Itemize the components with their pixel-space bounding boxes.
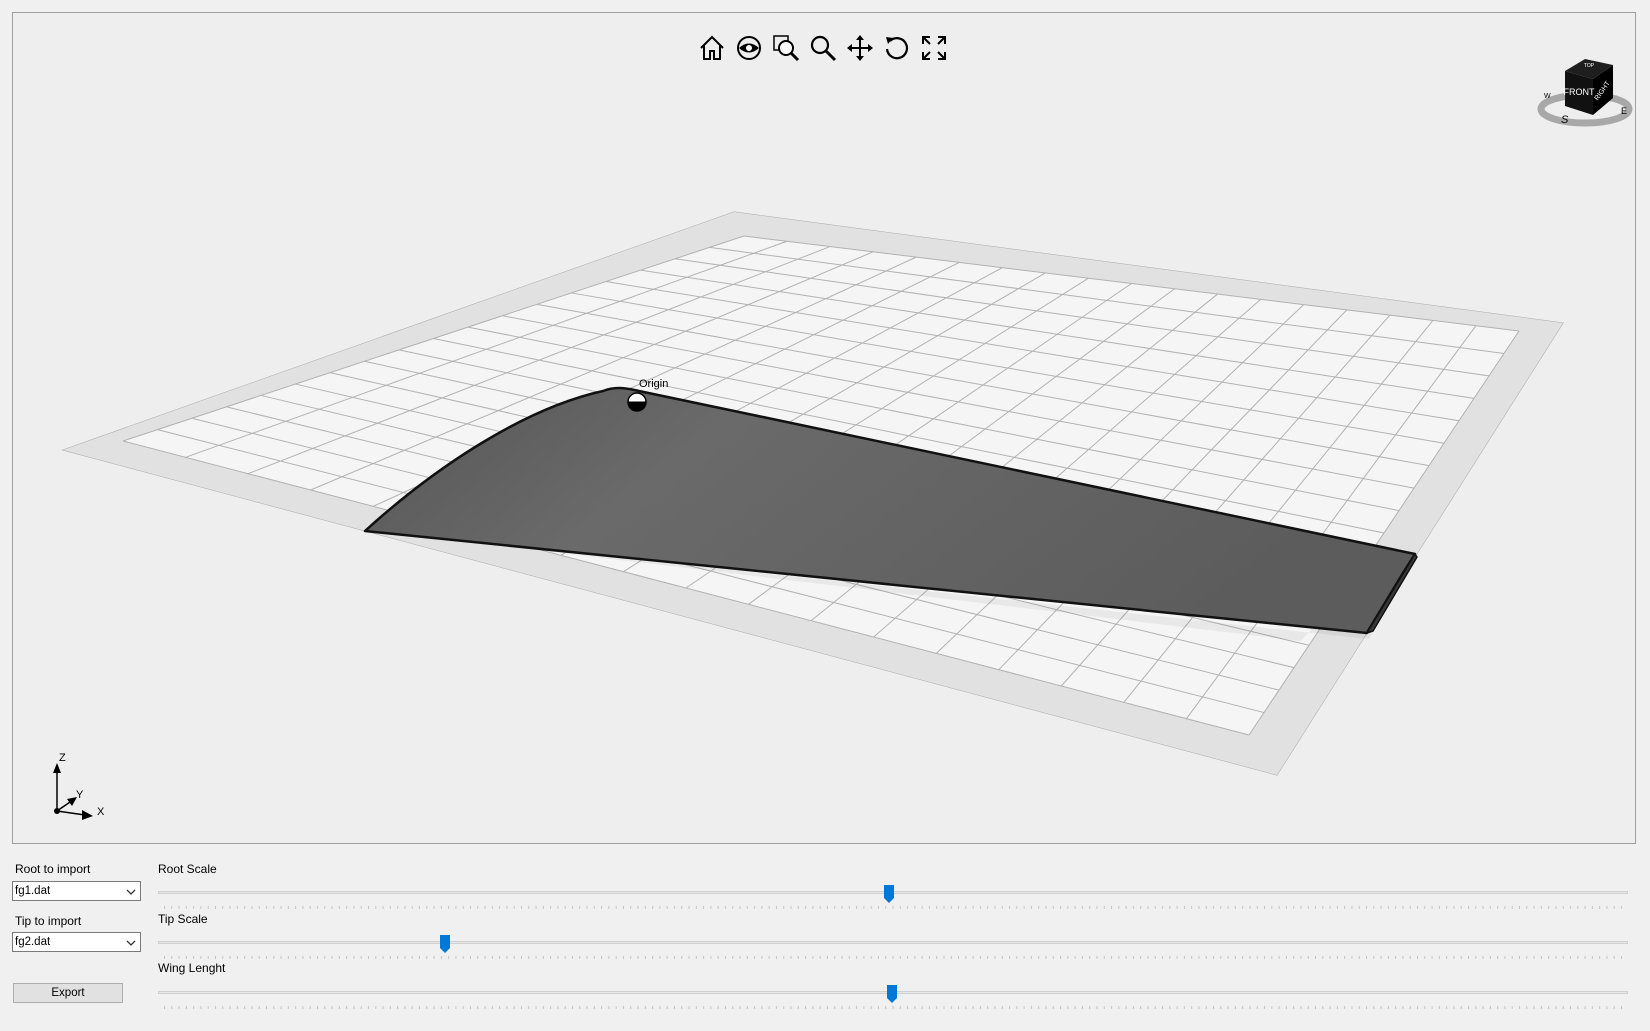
x-axis-label: X [97,806,105,818]
root-import-label: Root to import [15,862,91,876]
root-import-value: fg1.dat [15,885,51,897]
view-cube[interactable]: FRONT RIGHT TOP S E W [1535,43,1635,133]
fit-all-icon [921,36,946,60]
root-scale-label: Root Scale [158,862,217,876]
pan-button[interactable] [844,31,875,65]
chevron-down-icon [126,889,136,895]
root-scale-slider[interactable] [158,882,1628,916]
y-axis-label: Y [76,789,84,801]
3d-viewport[interactable]: Origin FRONT RIGHT TOP S E W Z Y X [12,12,1636,844]
slider-ticks [164,1006,1622,1009]
look-button[interactable] [733,31,764,65]
x-axis-arrow-icon [82,810,93,820]
tip-scale-label: Tip Scale [158,912,208,926]
wing-length-label: Wing Lenght [158,961,226,975]
tip-import-value: fg2.dat [15,936,51,948]
slider-ticks [164,906,1622,909]
tip-scale-slider[interactable] [158,932,1628,966]
zoom-button[interactable] [807,31,838,65]
zoom-window-button[interactable] [770,31,801,65]
fit-all-button[interactable] [918,31,949,65]
origin-label: Origin [639,378,669,390]
slider-thumb[interactable] [886,984,898,1004]
zoom-icon [810,35,836,62]
slider-track [158,941,1628,944]
z-axis-arrow-icon [53,763,61,773]
compass-west-label: W [1544,93,1551,100]
chevron-down-icon [126,940,136,946]
z-axis-label: Z [59,753,66,764]
home-icon [699,35,724,60]
compass-south-label: S [1561,114,1569,126]
cube-front-label: FRONT [1564,87,1595,97]
wing-length-slider[interactable] [158,982,1628,1016]
origin-marker-icon[interactable] [627,392,647,412]
export-button[interactable]: Export [13,983,123,1003]
home-button[interactable] [696,31,727,65]
zoom-window-icon [772,35,799,62]
tip-import-label: Tip to import [15,914,82,928]
rotate-icon [885,37,908,60]
scene-canvas [61,211,1564,776]
pan-icon [846,35,873,61]
slider-thumb[interactable] [439,934,451,954]
axis-triad: Z Y X [49,752,119,823]
slider-ticks [164,956,1622,959]
compass-east-label: E [1621,106,1627,116]
view-toolbar [696,31,949,65]
root-import-select[interactable]: fg1.dat [12,881,141,901]
cube-top-label: TOP [1584,63,1595,69]
rotate-button[interactable] [881,31,912,65]
orbit-eye-icon [736,36,761,60]
tip-import-select[interactable]: fg2.dat [12,932,141,952]
slider-thumb[interactable] [883,884,895,904]
